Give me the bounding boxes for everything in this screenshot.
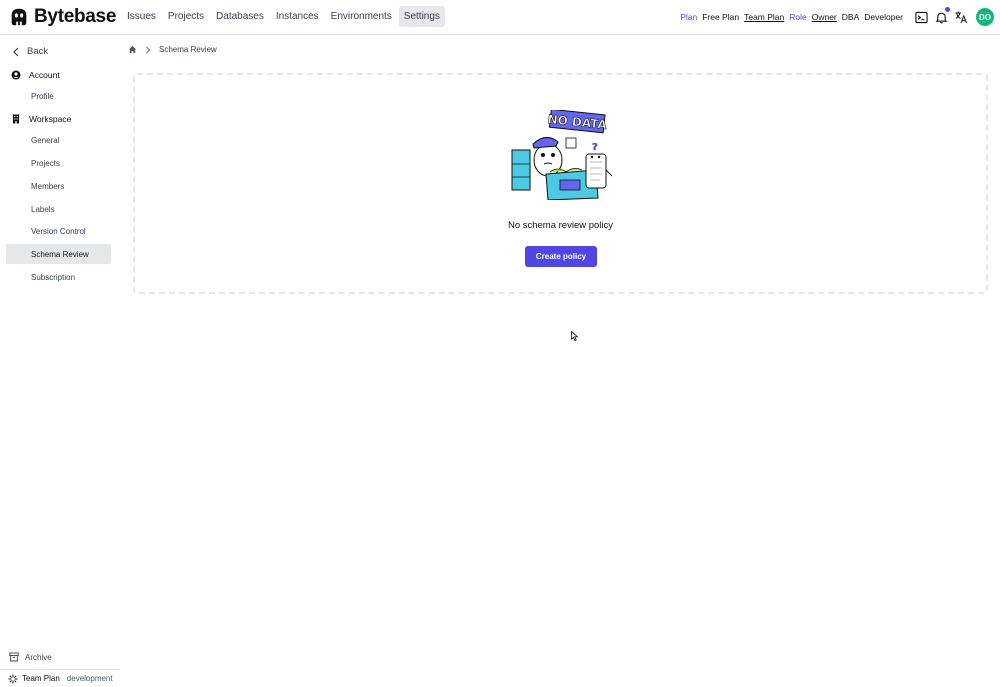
home-icon[interactable]: [128, 45, 137, 54]
sidebar-footer: Team Plan development: [0, 669, 120, 687]
svg-text:?: ?: [592, 142, 598, 153]
archive-link[interactable]: Archive: [9, 652, 52, 662]
nav-issues[interactable]: Issues: [122, 6, 161, 27]
main-nav: Issues Projects Databases Instances Envi…: [122, 6, 445, 27]
empty-message: No schema review policy: [507, 220, 614, 231]
create-policy-button[interactable]: Create policy: [525, 246, 597, 267]
sparkle-icon: [8, 674, 18, 683]
sidebar-item-projects[interactable]: Projects: [6, 153, 111, 173]
nav-environments[interactable]: Environments: [326, 6, 397, 27]
bytebase-logo[interactable]: Bytebase: [8, 6, 116, 28]
sidebar-item-subscription[interactable]: Subscription: [6, 267, 111, 287]
role-dba-option[interactable]: DBA: [842, 12, 859, 22]
footer-environment: development: [66, 674, 113, 683]
top-navbar: Bytebase Issues Projects Databases Insta…: [0, 0, 1000, 35]
archive-label: Archive: [25, 652, 52, 662]
sidebar-item-profile[interactable]: Profile: [6, 86, 111, 106]
footer-plan[interactable]: Team Plan: [22, 674, 60, 683]
building-icon: [13, 114, 19, 124]
user-avatar[interactable]: DO: [976, 8, 994, 26]
sidebar-item-members[interactable]: Members: [6, 176, 111, 196]
logo-icon: [11, 8, 27, 26]
role-owner-option[interactable]: Owner: [812, 12, 837, 22]
chevron-right-icon: [146, 46, 151, 53]
sidebar-item-version-control[interactable]: Version Control: [6, 221, 111, 241]
back-link[interactable]: Back: [12, 46, 48, 57]
no-data-illustration: NO DATA ?: [511, 110, 613, 200]
sidebar-item-schema-review[interactable]: Schema Review: [6, 244, 111, 264]
nav-instances[interactable]: Instances: [271, 6, 324, 27]
notification-dot: [945, 7, 950, 12]
breadcrumb: Schema Review: [128, 45, 217, 54]
nav-settings[interactable]: Settings: [398, 6, 445, 27]
sidebar-item-general[interactable]: General: [6, 130, 111, 150]
sidebar-account-label: Account: [29, 70, 60, 80]
mouse-cursor-icon: [571, 331, 579, 341]
archive-icon: [9, 652, 19, 662]
settings-sidebar: Back Account Profile Workspace General P…: [0, 36, 120, 687]
header-right: Plan Free Plan Team Plan Role Owner DBA …: [680, 6, 994, 28]
sidebar-item-labels[interactable]: Labels: [6, 199, 111, 219]
role-label: Role: [789, 12, 807, 22]
terminal-icon[interactable]: [914, 10, 928, 24]
chevron-left-icon: [13, 47, 19, 56]
nav-projects[interactable]: Projects: [163, 6, 209, 27]
empty-state-panel: NO DATA ? No schema review policy Create…: [133, 73, 988, 294]
bell-icon[interactable]: [934, 7, 950, 24]
role-developer-option[interactable]: Developer: [864, 12, 903, 22]
sidebar-section-workspace: Workspace: [11, 114, 71, 124]
sidebar-workspace-label: Workspace: [29, 114, 72, 124]
plan-free-option[interactable]: Free Plan: [702, 12, 739, 22]
nav-databases[interactable]: Databases: [211, 6, 269, 27]
logo-text: Bytebase: [34, 6, 117, 27]
plan-label: Plan: [680, 12, 698, 22]
translate-icon[interactable]: [954, 10, 968, 24]
back-label: Back: [27, 46, 49, 57]
breadcrumb-current: Schema Review: [159, 45, 217, 54]
plan-team-option[interactable]: Team Plan: [744, 12, 784, 22]
sidebar-section-account: Account: [11, 70, 60, 80]
user-circle-icon: [11, 70, 21, 80]
